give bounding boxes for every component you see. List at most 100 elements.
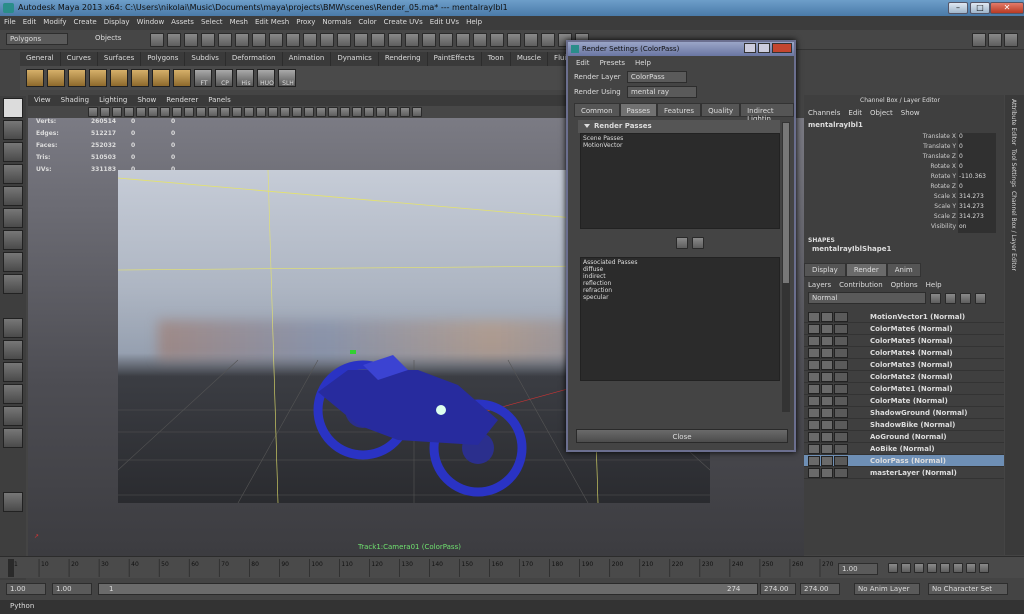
attribute-row[interactable]: Scale Y 314.273 bbox=[804, 203, 1004, 213]
go-start-icon[interactable] bbox=[888, 563, 898, 573]
attribute-row[interactable]: Translate Z0 bbox=[804, 153, 1004, 163]
shelf-render-icon[interactable] bbox=[173, 69, 191, 87]
status-tool-icon[interactable] bbox=[269, 33, 283, 47]
menu-window[interactable]: Window bbox=[137, 18, 165, 30]
panel-tool-icon[interactable] bbox=[316, 107, 326, 117]
layer-render-toggle-icon[interactable] bbox=[808, 347, 820, 358]
layer-render-toggle-icon[interactable] bbox=[808, 455, 820, 466]
layer-recycle-icon[interactable] bbox=[821, 335, 833, 346]
status-tool-icon[interactable] bbox=[541, 33, 555, 47]
menu-edit[interactable]: Edit bbox=[23, 18, 37, 30]
attribute-row[interactable]: Rotate X0 bbox=[804, 163, 1004, 173]
shelf-button-ft[interactable]: FT bbox=[194, 69, 212, 87]
custom-tool-icon[interactable] bbox=[3, 492, 23, 512]
tab-indirect-lightin[interactable]: Indirect Lightin bbox=[740, 103, 794, 123]
dialog-maximize-button[interactable] bbox=[758, 43, 770, 53]
status-tool-icon[interactable] bbox=[303, 33, 317, 47]
layer-color-swatch[interactable] bbox=[834, 467, 848, 478]
render-layer-dropdown[interactable]: ColorPass bbox=[626, 71, 687, 83]
panel-menu-shading[interactable]: Shading bbox=[61, 96, 89, 106]
panel-tool-icon[interactable] bbox=[172, 107, 182, 117]
render-layer-row[interactable]: ShadowGround (Normal) bbox=[804, 407, 1004, 419]
end-time-field[interactable]: 274.00 bbox=[800, 583, 840, 595]
render-layer-row[interactable]: AoBike (Normal) bbox=[804, 443, 1004, 455]
layer-recycle-icon[interactable] bbox=[821, 407, 833, 418]
menu-file[interactable]: File bbox=[4, 18, 16, 30]
step-back-icon[interactable] bbox=[901, 563, 911, 573]
layer-color-swatch[interactable] bbox=[834, 323, 848, 334]
render-layer-row[interactable]: ColorMate3 (Normal) bbox=[804, 359, 1004, 371]
attribute-value[interactable]: 0 bbox=[958, 183, 996, 193]
layer-render-toggle-icon[interactable] bbox=[808, 407, 820, 418]
panel-tool-icon[interactable] bbox=[352, 107, 362, 117]
panel-menu-panels[interactable]: Panels bbox=[208, 96, 231, 106]
panel-menu-lighting[interactable]: Lighting bbox=[99, 96, 127, 106]
menu-edit-uvs[interactable]: Edit UVs bbox=[430, 18, 459, 30]
shelf-tab-dynamics[interactable]: Dynamics bbox=[331, 52, 379, 66]
side-tab[interactable]: Attribute Editor bbox=[1010, 99, 1017, 145]
attribute-value[interactable]: 314.273 bbox=[958, 193, 996, 203]
menu-mesh[interactable]: Mesh bbox=[230, 18, 248, 30]
render-layer-row[interactable]: ColorPass (Normal) bbox=[804, 455, 1004, 467]
render-layer-row[interactable]: ColorMate2 (Normal) bbox=[804, 371, 1004, 383]
panel-tool-icon[interactable] bbox=[124, 107, 134, 117]
select-tool-icon[interactable] bbox=[3, 98, 23, 118]
time-slider[interactable]: 1 10 20 30 40 50 60 70 80 90 100 110 120 130 140 150 160… bbox=[0, 556, 1024, 578]
shelf-render-icon[interactable] bbox=[110, 69, 128, 87]
panel-menu-renderer[interactable]: Renderer bbox=[166, 96, 198, 106]
tab-passes[interactable]: Passes bbox=[619, 103, 657, 117]
shelf-render-icon[interactable] bbox=[89, 69, 107, 87]
menu-display[interactable]: Display bbox=[104, 18, 130, 30]
shelf-button-cp[interactable]: CP bbox=[215, 69, 233, 87]
layer-recycle-icon[interactable] bbox=[821, 443, 833, 454]
shelf-tab-deformation[interactable]: Deformation bbox=[226, 52, 283, 66]
shelf-render-icon[interactable] bbox=[26, 69, 44, 87]
panel-tool-icon[interactable] bbox=[412, 107, 422, 117]
graph-layout-icon[interactable] bbox=[3, 406, 23, 426]
attribute-value[interactable]: 314.273 bbox=[958, 203, 996, 213]
status-tool-icon[interactable] bbox=[507, 33, 521, 47]
start-time-field[interactable]: 1.00 bbox=[6, 583, 46, 595]
dialog-scrollbar[interactable] bbox=[782, 122, 790, 412]
menu-set-dropdown[interactable]: Polygons bbox=[6, 33, 68, 45]
close-button[interactable]: Close bbox=[576, 429, 788, 443]
rotate-tool-icon[interactable] bbox=[3, 186, 23, 206]
layer-color-swatch[interactable] bbox=[834, 419, 848, 430]
move-tool-icon[interactable] bbox=[3, 164, 23, 184]
render-layer-row[interactable]: masterLayer (Normal) bbox=[804, 467, 1004, 479]
dialog-menu-help[interactable]: Help bbox=[635, 59, 651, 69]
status-tool-icon[interactable] bbox=[286, 33, 300, 47]
layer-recycle-icon[interactable] bbox=[821, 455, 833, 466]
status-tool-icon[interactable] bbox=[371, 33, 385, 47]
panel-tool-icon[interactable] bbox=[388, 107, 398, 117]
render-using-dropdown[interactable]: mental ray bbox=[626, 86, 697, 98]
status-tool-icon[interactable] bbox=[320, 33, 334, 47]
status-tool-icon[interactable] bbox=[354, 33, 368, 47]
panel-tool-icon[interactable] bbox=[304, 107, 314, 117]
attribute-row[interactable]: Translate X0 bbox=[804, 133, 1004, 143]
panel-tool-icon[interactable] bbox=[184, 107, 194, 117]
channel-menu-edit[interactable]: Edit bbox=[848, 109, 862, 117]
dialog-close-icon[interactable] bbox=[772, 43, 792, 53]
character-set-dropdown[interactable]: No Character Set bbox=[928, 583, 1008, 595]
layer-render-toggle-icon[interactable] bbox=[808, 323, 820, 334]
layer-color-swatch[interactable] bbox=[834, 407, 848, 418]
panel-tool-icon[interactable] bbox=[256, 107, 266, 117]
menu-assets[interactable]: Assets bbox=[171, 18, 194, 30]
hypershade-layout-icon[interactable] bbox=[3, 428, 23, 448]
layer-recycle-icon[interactable] bbox=[821, 395, 833, 406]
side-tab[interactable]: Channel Box / Layer Editor bbox=[1010, 191, 1017, 271]
panel-tool-icon[interactable] bbox=[196, 107, 206, 117]
current-time-field[interactable]: 1.00 bbox=[838, 563, 878, 575]
key-back-icon[interactable] bbox=[914, 563, 924, 573]
panel-tool-icon[interactable] bbox=[340, 107, 350, 117]
new-layer-selected-icon[interactable] bbox=[945, 292, 956, 304]
panel-tool-icon[interactable] bbox=[328, 107, 338, 117]
attribute-row[interactable]: Translate Y0 bbox=[804, 143, 1004, 153]
channel-menu-object[interactable]: Object bbox=[870, 109, 893, 117]
panel-tool-icon[interactable] bbox=[232, 107, 242, 117]
layer-color-swatch[interactable] bbox=[834, 311, 848, 322]
panel-tool-icon[interactable] bbox=[112, 107, 122, 117]
layer-recycle-icon[interactable] bbox=[821, 347, 833, 358]
soft-mod-tool-icon[interactable] bbox=[3, 252, 23, 272]
